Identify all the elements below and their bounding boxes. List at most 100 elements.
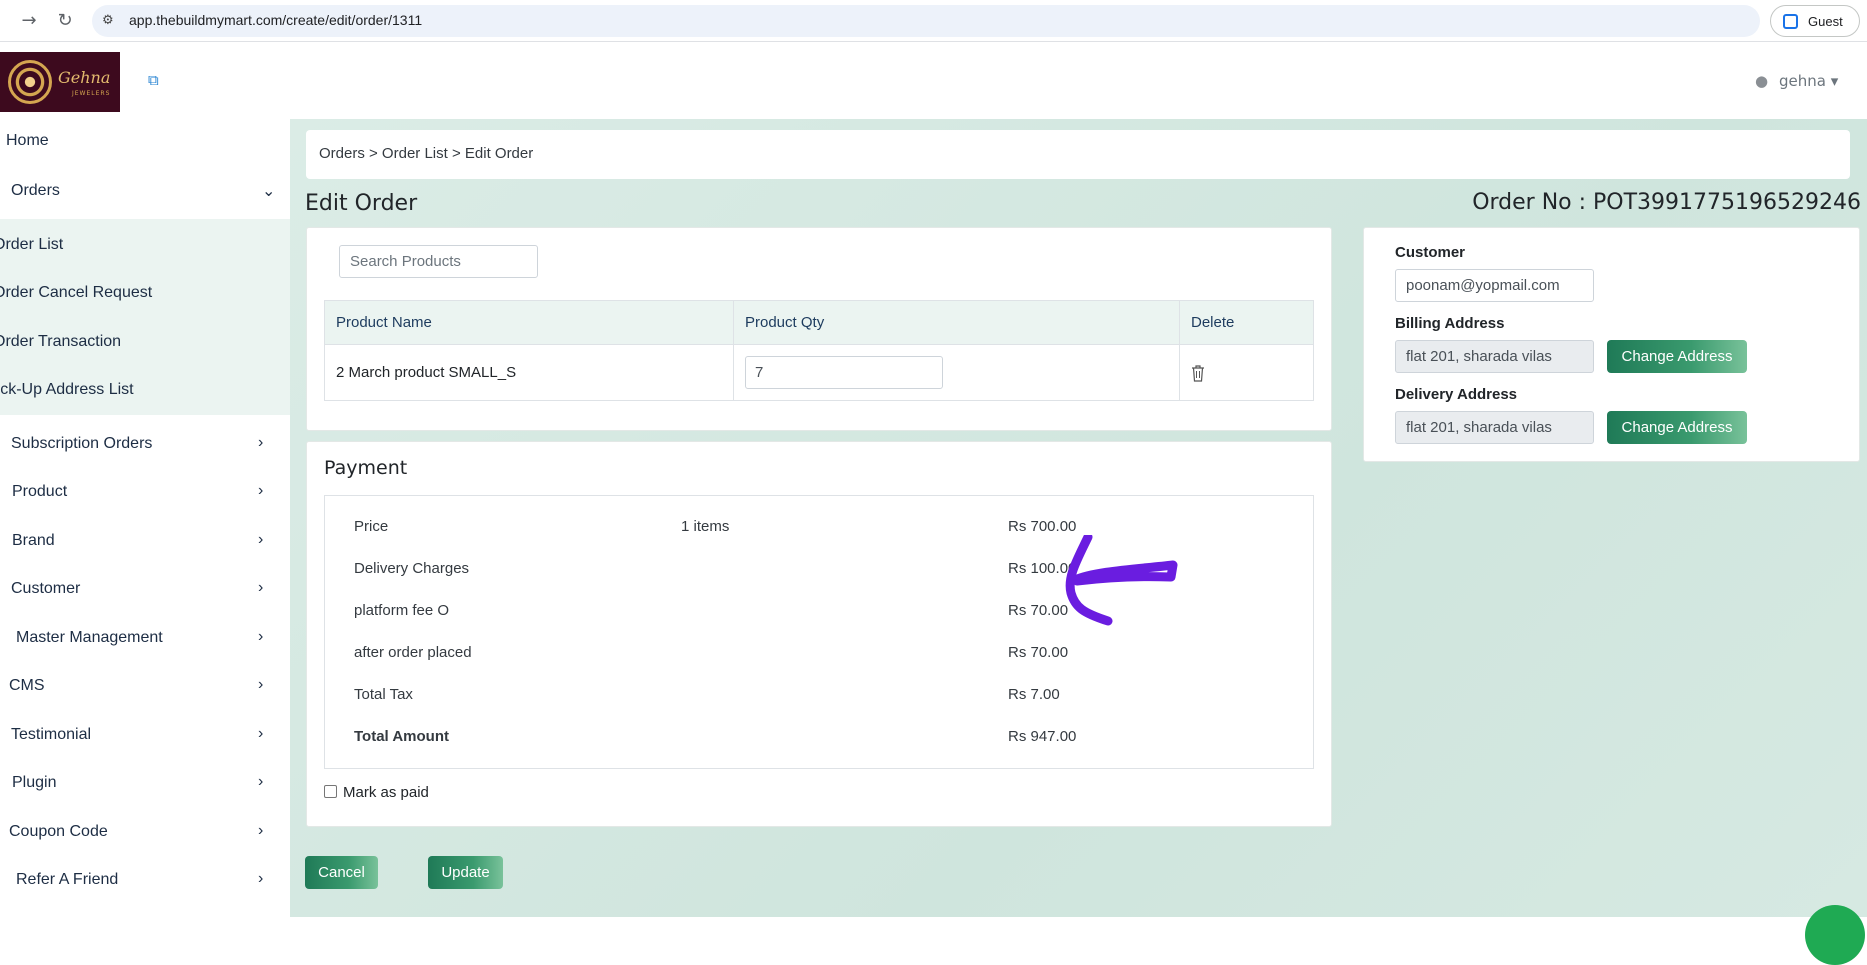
chevron-right-icon: › [258,531,264,548]
billing-address-label: Billing Address [1395,315,1505,332]
sidebar-item-label: Coupon Code [9,823,108,840]
sidebar-item-order-transaction[interactable]: Order Transaction [0,320,290,368]
payment-label: Total Amount [354,728,449,745]
table-row: 2 March product SMALL_S 7 [324,344,1314,401]
products-card: Search Products Product Name Product Qty… [306,227,1332,431]
main-content: Orders > Order List > Edit Order Edit Or… [290,119,1867,917]
cancel-button[interactable]: Cancel [305,856,378,889]
payment-value: Rs 947.00 [1008,728,1077,745]
sidebar-item-label: Plugin [12,774,57,791]
payment-items-count: 1 items [681,518,730,535]
external-link-icon[interactable]: ⧉ [148,72,164,88]
search-placeholder: Search Products [350,253,461,270]
sidebar-item-label: Order Cancel Request [0,284,153,301]
chevron-right-icon: › [258,822,264,839]
sidebar-item-order-list[interactable]: Order List [0,223,290,271]
sidebar-item-coupon-code[interactable]: Coupon Code › [0,810,290,858]
payment-label: platform fee O [354,602,450,619]
sidebar-item-pickup-address-list[interactable]: Pick-Up Address List [0,368,290,416]
product-name-cell: 2 March product SMALL_S [324,344,734,401]
payment-value: Rs 7.00 [1008,686,1060,703]
billing-address-input: flat 201, sharada vilas [1395,340,1594,373]
url-text: app.thebuildmymart.com/create/edit/order… [129,12,423,28]
brand-logo[interactable]: Gehna JEWELERS [0,52,120,112]
profile-label: Guest [1808,14,1843,29]
change-billing-address-button[interactable]: Change Address [1607,340,1747,373]
sidebar-item-label: Brand [12,532,55,549]
payment-label: Delivery Charges [354,560,470,577]
sidebar-item-cms[interactable]: CMS › [0,664,290,712]
customer-card: Customer poonam@yopmail.com Billing Addr… [1363,227,1860,462]
sidebar-item-label: Subscription Orders [11,435,153,452]
sidebar-item-orders[interactable]: Orders ⌄ [0,169,290,217]
sidebar-item-master-management[interactable]: Master Management › [0,616,290,664]
sidebar-item-label: Pick-Up Address List [0,381,134,398]
app-header: Gehna JEWELERS ⧉ ● gehna ▾ [0,42,1867,119]
sidebar-item-brand[interactable]: Brand › [0,519,290,567]
column-header-delete: Delete [1179,300,1314,345]
page-title: Edit Order [305,191,418,216]
sidebar-item-refer-a-friend[interactable]: Refer A Friend › [0,858,290,906]
payment-value: Rs 700.00 [1008,518,1077,535]
trash-icon[interactable] [1191,364,1205,382]
annotation-arrow-icon [1065,535,1178,626]
payment-row-after-order: after order placed Rs 70.00 [325,634,1315,674]
sidebar-item-customer[interactable]: Customer › [0,567,290,615]
payment-card: Payment Price 1 items Rs 700.00 Delivery… [306,441,1332,827]
logo-text: Gehna [58,68,111,87]
mark-as-paid[interactable]: Mark as paid [324,784,429,801]
logo-subtext: JEWELERS [72,90,111,97]
column-header-product-name: Product Name [324,300,734,345]
sidebar-item-order-cancel-request[interactable]: Order Cancel Request [0,271,290,319]
payment-label: after order placed [354,644,472,661]
breadcrumb-text[interactable]: Orders > Order List > Edit Order [319,145,533,162]
mark-paid-checkbox[interactable] [324,785,337,798]
change-delivery-address-button[interactable]: Change Address [1607,411,1747,444]
sidebar-item-label: Order List [0,236,64,253]
delete-cell [1179,344,1314,401]
sidebar-item-label: Master Management [16,629,163,646]
chevron-right-icon: › [258,870,264,887]
sidebar: Home Orders ⌄ Order List Order Cancel Re… [0,119,290,917]
delivery-address-input: flat 201, sharada vilas [1395,411,1594,444]
sidebar-item-label: Home [6,132,49,149]
chevron-right-icon: › [258,434,264,451]
reload-icon[interactable]: ↻ [53,9,77,33]
search-products-input[interactable]: Search Products [339,245,538,278]
profile-icon [1783,14,1798,29]
qty-input[interactable]: 7 [745,356,943,389]
sidebar-item-label: Orders [11,182,60,199]
user-menu[interactable]: ● gehna ▾ [1755,72,1838,90]
sidebar-item-label: Order Transaction [0,333,122,350]
sidebar-item-label: Customer [11,580,81,597]
sidebar-item-label: Testimonial [11,726,92,743]
sidebar-item-home[interactable]: Home [0,119,290,167]
chevron-down-icon: ⌄ [262,183,276,200]
payment-row-total-amount: Total Amount Rs 947.00 [325,718,1315,758]
chevron-right-icon: › [258,628,264,645]
mark-paid-label: Mark as paid [343,784,429,801]
site-settings-icon[interactable]: ⚙ [102,13,118,29]
sidebar-item-subscription-orders[interactable]: Subscription Orders › [0,422,290,470]
customer-email-input[interactable]: poonam@yopmail.com [1395,269,1594,302]
sidebar-item-plugin[interactable]: Plugin › [0,761,290,809]
chat-widget-icon[interactable] [1805,905,1865,965]
profile-button[interactable]: Guest [1770,5,1860,37]
sidebar-item-testimonial[interactable]: Testimonial › [0,713,290,761]
chevron-right-icon: › [258,725,264,742]
column-header-product-qty: Product Qty [733,300,1180,345]
payment-value: Rs 70.00 [1008,644,1069,661]
payment-row-total-tax: Total Tax Rs 7.00 [325,676,1315,716]
payment-label: Price [354,518,389,535]
chevron-right-icon: › [258,482,264,499]
sidebar-item-label: Refer A Friend [16,871,119,888]
forward-icon[interactable]: → [17,9,41,33]
address-bar[interactable]: ⚙ app.thebuildmymart.com/create/edit/ord… [92,5,1760,37]
update-button[interactable]: Update [428,856,503,889]
browser-toolbar: → ↻ ⚙ app.thebuildmymart.com/create/edit… [0,0,1867,42]
order-number: Order No : POT3991775196529246 [1472,190,1861,215]
chevron-right-icon: › [258,676,264,693]
sidebar-item-product[interactable]: Product › [0,470,290,518]
breadcrumb: Orders > Order List > Edit Order [306,130,1850,179]
sidebar-item-label: CMS [9,677,45,694]
